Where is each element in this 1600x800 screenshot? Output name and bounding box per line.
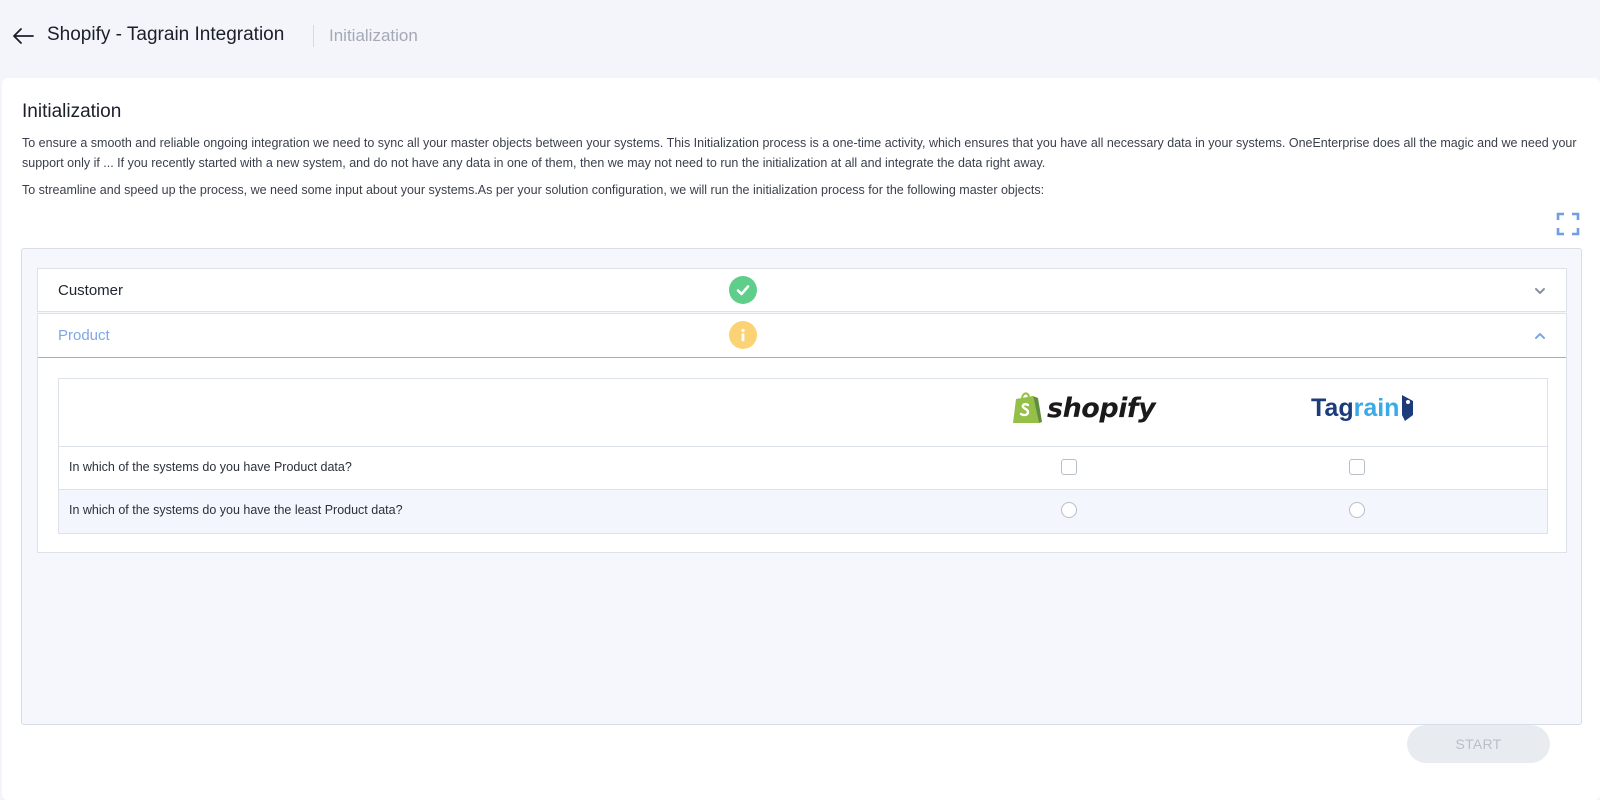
shopify-bag-icon xyxy=(1013,392,1042,423)
tagrain-has-data-checkbox[interactable] xyxy=(1349,459,1365,475)
table-row: In which of the systems do you have Prod… xyxy=(59,447,1547,490)
title-divider xyxy=(313,25,314,47)
systems-question-table: shopify Tag rain In which of the systems … xyxy=(58,378,1548,534)
accordion-divider xyxy=(38,357,1566,358)
info-icon xyxy=(729,321,757,349)
chevron-up-icon[interactable] xyxy=(1532,328,1548,344)
tag-icon xyxy=(1402,395,1414,421)
shopify-wordmark: shopify xyxy=(1047,392,1156,424)
shopify-least-data-radio[interactable] xyxy=(1061,502,1077,518)
intro-paragraph: To ensure a smooth and reliable ongoing … xyxy=(22,136,1577,170)
instructions-paragraph: To streamline and speed up the process, … xyxy=(22,183,1045,197)
master-objects-panel: Customer Product shopify Tag rain In whi… xyxy=(21,248,1582,725)
shopify-has-data-checkbox[interactable] xyxy=(1061,459,1077,475)
page-title: Shopify - Tagrain Integration xyxy=(47,24,285,45)
tagrain-logo: Tag rain xyxy=(1311,391,1417,425)
chevron-down-icon[interactable] xyxy=(1532,283,1548,299)
tagrain-wordmark-part-2: rain xyxy=(1353,393,1400,422)
breadcrumb[interactable]: Initialization xyxy=(329,26,418,46)
tagrain-least-data-radio[interactable] xyxy=(1349,502,1365,518)
main-card: Initialization To ensure a smooth and re… xyxy=(2,78,1600,800)
top-bar: Shopify - Tagrain Integration Initializa… xyxy=(0,0,1600,72)
accordion-item-customer[interactable]: Customer xyxy=(37,268,1567,312)
tagrain-wordmark-part-1: Tag xyxy=(1311,393,1354,422)
start-button[interactable]: START xyxy=(1407,725,1550,763)
section-title: Initialization xyxy=(22,101,122,122)
check-icon xyxy=(729,276,757,304)
question-text: In which of the systems do you have the … xyxy=(69,503,403,517)
table-row: In which of the systems do you have the … xyxy=(59,490,1547,533)
question-text: In which of the systems do you have Prod… xyxy=(69,460,352,474)
shopify-logo: shopify xyxy=(1011,389,1156,427)
table-header-row: shopify Tag rain xyxy=(59,379,1547,447)
accordion-label: Customer xyxy=(58,282,124,299)
accordion-item-product: Product shopify Tag rain In which of the… xyxy=(37,313,1567,553)
accordion-label[interactable]: Product xyxy=(58,327,110,344)
fullscreen-icon[interactable] xyxy=(1556,212,1580,236)
back-arrow-icon[interactable] xyxy=(10,24,36,48)
